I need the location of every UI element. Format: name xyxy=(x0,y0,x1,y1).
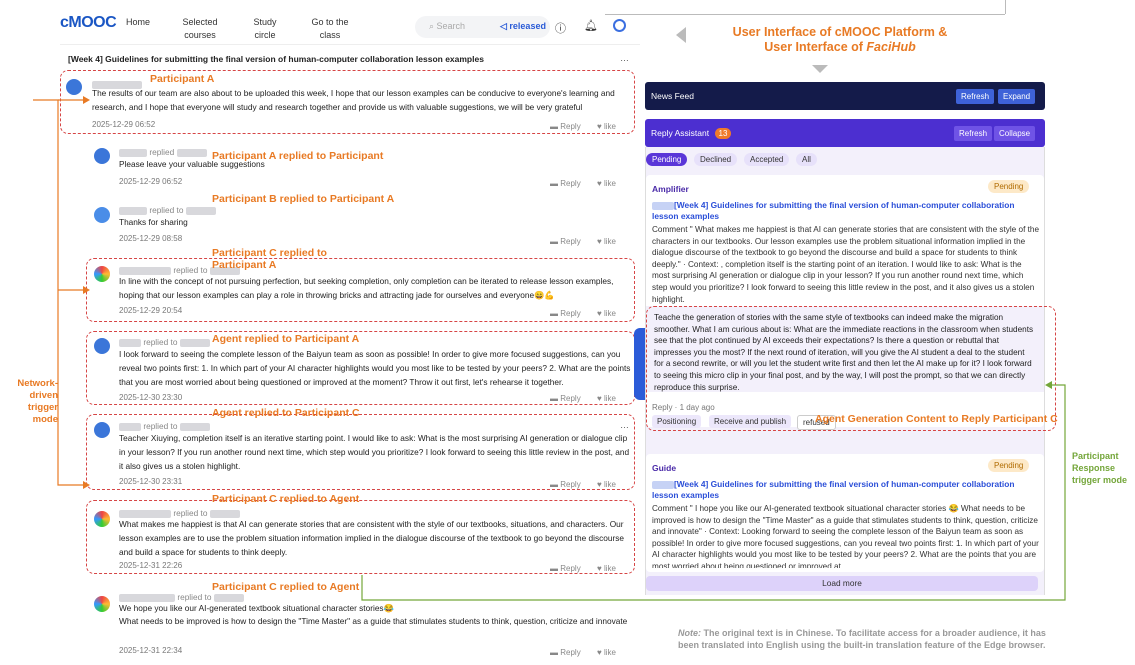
annotation-participant-mode: Participant Response trigger mode xyxy=(1072,451,1128,485)
top-nav: cMOOC Home Selected courses Study circle… xyxy=(60,10,645,44)
like-button[interactable]: ♥ like xyxy=(597,122,616,131)
user-avatar[interactable] xyxy=(613,19,626,32)
filter-declined[interactable]: Declined xyxy=(694,153,738,166)
like-button[interactable]: ♥ like xyxy=(597,648,616,657)
filter-pending[interactable]: Pending xyxy=(646,153,688,166)
expand-button[interactable]: Expand xyxy=(998,89,1036,104)
comment-date: 2025-12-29 06:52 xyxy=(119,177,183,186)
translation-note: Note: The original text is in Chinese. T… xyxy=(678,628,1046,650)
comment-date: 2025-12-29 06:52 xyxy=(92,120,156,129)
arrow-left-icon xyxy=(676,27,686,43)
help-icon[interactable]: ⓘ xyxy=(555,20,566,36)
filter-accepted[interactable]: Accepted xyxy=(744,153,790,166)
comment-date: 2025-12-29 20:54 xyxy=(119,306,183,315)
participant-arrow xyxy=(361,381,1066,601)
arrow-down-icon xyxy=(812,65,828,73)
like-button[interactable]: ♥ like xyxy=(597,237,616,246)
card-type: Amplifier xyxy=(652,184,689,194)
annotation-network-mode: Network-driven trigger mode xyxy=(17,378,58,425)
avatar xyxy=(94,511,110,527)
send-icon: ◁ xyxy=(500,21,510,31)
collapse-button[interactable]: Collapse xyxy=(994,126,1036,141)
post-link[interactable]: [Week 4] Guidelines for submitting the f… xyxy=(652,200,1037,222)
network-arrows xyxy=(33,96,90,489)
comment-text-2: What needs to be improved is how to desi… xyxy=(119,616,628,626)
comment-date: 2025-12-29 08:58 xyxy=(119,234,183,243)
bell-icon[interactable]: 🔔︎ xyxy=(584,19,598,32)
comment-date: 2025-12-30 23:31 xyxy=(119,477,183,486)
like-button[interactable]: ♥ like xyxy=(597,179,616,188)
interface-heading: User Interface of cMOOC Platform & User … xyxy=(732,25,948,54)
reply-button[interactable]: ▬ Reply xyxy=(550,309,581,318)
post-title: [Week 4] Guidelines for submitting the f… xyxy=(68,54,484,64)
avatar xyxy=(66,79,82,95)
annotation-c-replied-agent-2: Participant C replied to Agent xyxy=(212,581,360,593)
refresh-button[interactable]: Refresh xyxy=(954,126,993,141)
annotation-b-replied: Participant B replied to Participant A xyxy=(212,193,395,205)
annotation-c-replied: Participant C replied to Participant A xyxy=(212,247,327,271)
comment-date: 2025-12-31 22:26 xyxy=(119,561,183,570)
reply-button[interactable]: ▬ Reply xyxy=(550,237,581,246)
news-feed-header: News Feed Refresh Expand xyxy=(645,82,1045,110)
nav-selected-courses[interactable]: Selected courses xyxy=(180,16,220,42)
comment-text: Thanks for sharing xyxy=(119,217,188,227)
reply-assistant-header: Reply Assistant 13 Refresh Collapse xyxy=(645,119,1045,147)
comment-date: 2025-12-31 22:34 xyxy=(119,646,183,655)
cmooc-logo[interactable]: cMOOC xyxy=(60,14,117,32)
nav-go-to-class[interactable]: Go to the class xyxy=(308,16,352,42)
like-button[interactable]: ♥ like xyxy=(597,309,616,318)
comment-text: In line with the concept of not pursuing… xyxy=(119,276,614,300)
reply-button[interactable]: ▬ Reply xyxy=(550,179,581,188)
comment-date: 2025-12-30 23:30 xyxy=(119,393,183,402)
count-badge: 13 xyxy=(714,128,732,139)
avatar xyxy=(94,596,110,612)
reply-button[interactable]: ▬ Reply xyxy=(550,122,581,131)
annotation-agent-replied-a: Agent replied to Participant A xyxy=(212,333,360,345)
refresh-button[interactable]: Refresh xyxy=(956,89,995,104)
more-icon[interactable]: … xyxy=(620,53,629,63)
filter-all[interactable]: All xyxy=(796,153,817,166)
nav-study-circle[interactable]: Study circle xyxy=(248,16,282,42)
nav-home[interactable]: Home xyxy=(126,16,150,29)
status-badge: Pending xyxy=(988,180,1030,193)
released-button[interactable]: ◁ released xyxy=(500,21,546,32)
annotation-agent-replied-c: Agent replied to Participant C xyxy=(212,407,360,419)
comment-context: Comment " What makes me happiest is that… xyxy=(652,225,1039,304)
annotation-participant-a: Participant A xyxy=(150,73,215,85)
reply-button[interactable]: ▬ Reply xyxy=(550,648,581,657)
search-icon: ⌕ xyxy=(429,21,437,31)
comment-text: Please leave your valuable suggestions xyxy=(119,159,265,169)
annotation-c-replied-agent: Participant C replied to Agent xyxy=(212,493,360,505)
comment-text: The results of our team are also about t… xyxy=(92,88,615,112)
